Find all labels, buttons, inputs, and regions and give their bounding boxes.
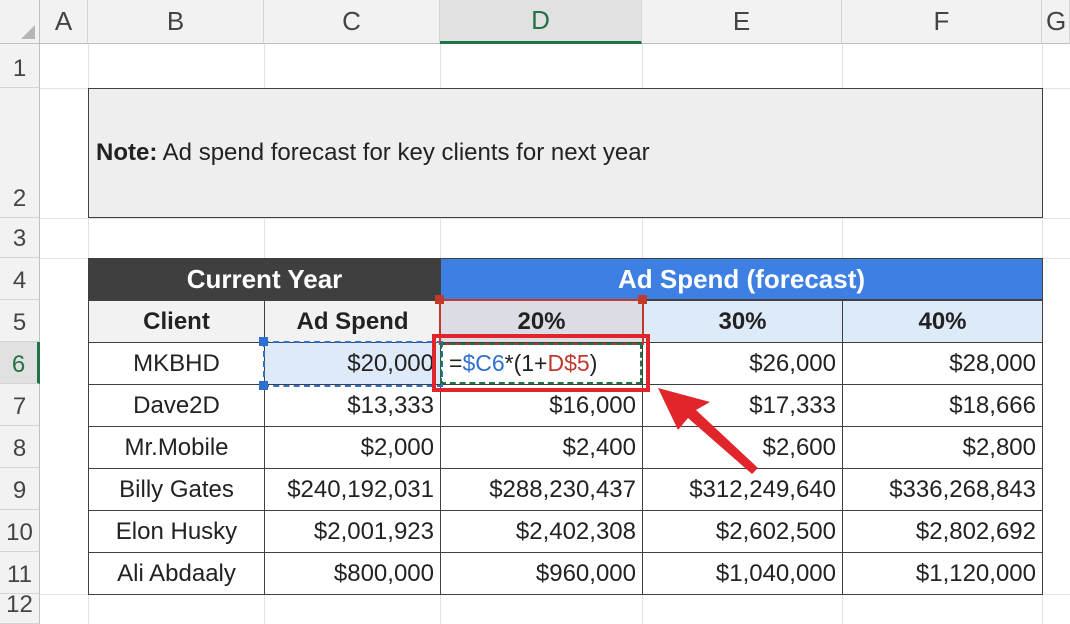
subheader-client[interactable]: Client: [88, 300, 265, 343]
column-header-a[interactable]: A: [40, 0, 88, 44]
cell-forecast-30[interactable]: $26,000: [642, 342, 843, 385]
cell-client[interactable]: Ali Abdaaly: [88, 552, 265, 595]
header-ad-spend-forecast[interactable]: Ad Spend (forecast): [440, 258, 1043, 300]
cell-ad-spend[interactable]: $800,000: [264, 552, 441, 595]
note-box[interactable]: Note: Ad spend forecast for key clients …: [88, 88, 1043, 218]
gridline: [40, 218, 1070, 219]
cell-ad-spend[interactable]: $2,000: [264, 426, 441, 469]
cell-forecast-20[interactable]: $288,230,437: [440, 468, 643, 511]
column-header-e[interactable]: E: [642, 0, 842, 44]
cell-client[interactable]: MKBHD: [88, 342, 265, 385]
cell-client[interactable]: Mr.Mobile: [88, 426, 265, 469]
row-header-11[interactable]: 11: [0, 552, 40, 594]
cell-forecast-40[interactable]: $18,666: [842, 384, 1043, 427]
row-header-2[interactable]: 2: [0, 88, 40, 218]
subheader-pct-40[interactable]: 40%: [842, 300, 1043, 343]
header-current-year[interactable]: Current Year: [88, 258, 441, 300]
cell-client[interactable]: Billy Gates: [88, 468, 265, 511]
range-handle[interactable]: [638, 295, 647, 304]
cell-forecast-20[interactable]: $2,402,308: [440, 510, 643, 553]
cell-client[interactable]: Elon Husky: [88, 510, 265, 553]
note-text: Ad spend forecast for key clients for ne…: [157, 139, 650, 166]
cell-forecast-20[interactable]: $960,000: [440, 552, 643, 595]
cell-forecast-30[interactable]: $2,602,500: [642, 510, 843, 553]
column-header-g[interactable]: G: [1042, 0, 1070, 44]
column-header-f[interactable]: F: [842, 0, 1042, 44]
range-handle[interactable]: [435, 295, 444, 304]
range-handle[interactable]: [259, 337, 268, 346]
formula-close: ): [589, 350, 598, 376]
range-handle[interactable]: [259, 381, 268, 390]
row-header-3[interactable]: 3: [0, 218, 40, 258]
cell-ad-spend[interactable]: $20,000: [264, 342, 441, 385]
select-all-corner[interactable]: [0, 0, 40, 44]
cell-ad-spend[interactable]: $13,333: [264, 384, 441, 427]
row-header-4[interactable]: 4: [0, 258, 40, 300]
row-header-6[interactable]: 6: [0, 342, 40, 384]
cell-forecast-40[interactable]: $336,268,843: [842, 468, 1043, 511]
subheader-pct-30[interactable]: 30%: [642, 300, 843, 343]
row-header-12[interactable]: 12: [0, 591, 40, 624]
formula-operator: *(1+: [504, 350, 548, 376]
cell-forecast-20[interactable]: $2,400: [440, 426, 643, 469]
cell-forecast-20[interactable]: $16,000: [440, 384, 643, 427]
row-header-1[interactable]: 1: [0, 44, 40, 88]
cell-ad-spend[interactable]: $2,001,923: [264, 510, 441, 553]
row-header-9[interactable]: 9: [0, 468, 40, 510]
subheader-pct-20[interactable]: 20%: [440, 300, 643, 343]
red-arrow-icon: [658, 388, 758, 474]
cell-forecast-40[interactable]: $2,802,692: [842, 510, 1043, 553]
column-header-c[interactable]: C: [264, 0, 440, 44]
row-header-5[interactable]: 5: [0, 300, 40, 342]
subheader-ad-spend[interactable]: Ad Spend: [264, 300, 441, 343]
formula-ref-c6: $C6: [462, 350, 505, 376]
column-header-b[interactable]: B: [88, 0, 264, 44]
row-header-7[interactable]: 7: [0, 384, 40, 426]
formula-equals: =: [449, 350, 463, 376]
select-all-triangle-icon: [21, 25, 35, 39]
cell-client[interactable]: Dave2D: [88, 384, 265, 427]
cell-forecast-40[interactable]: $28,000: [842, 342, 1043, 385]
column-header-d[interactable]: D: [440, 0, 642, 44]
cell-forecast-40[interactable]: $2,800: [842, 426, 1043, 469]
formula-cell-d6[interactable]: = $C6 *(1+ D$5): [440, 342, 643, 385]
row-header-8[interactable]: 8: [0, 426, 40, 468]
cell-forecast-30[interactable]: $1,040,000: [642, 552, 843, 595]
cell-forecast-40[interactable]: $1,120,000: [842, 552, 1043, 595]
cell-ad-spend[interactable]: $240,192,031: [264, 468, 441, 511]
note-label: Note:: [96, 139, 158, 166]
row-header-10[interactable]: 10: [0, 510, 40, 552]
formula-ref-d5: D$5: [547, 350, 590, 376]
